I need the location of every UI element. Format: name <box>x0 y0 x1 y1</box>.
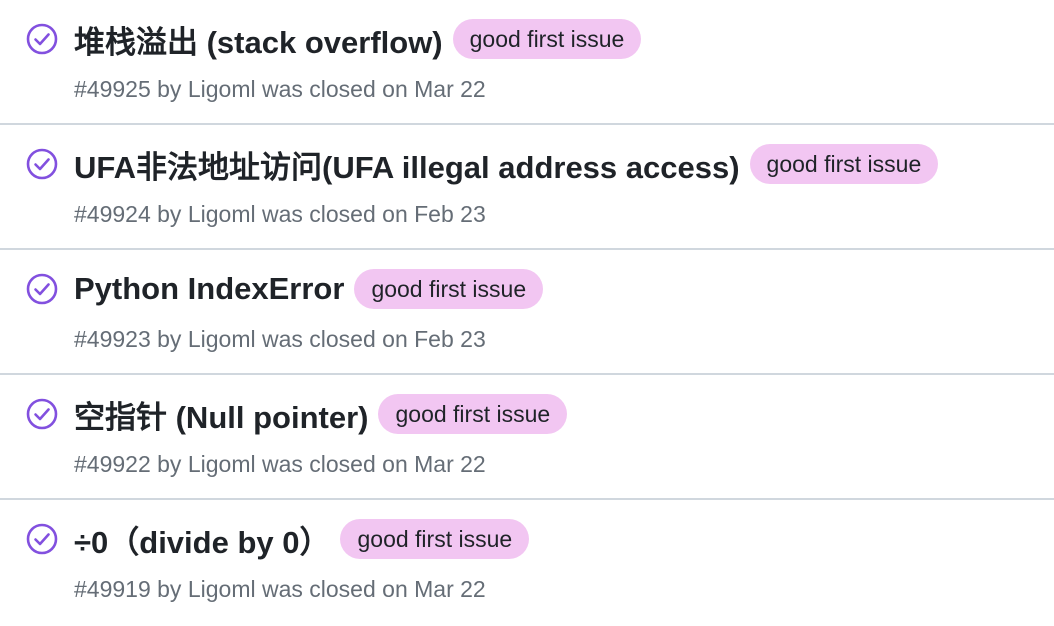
issue-title-link[interactable]: 堆栈溢出 (stack overflow) <box>74 17 443 62</box>
issue-closed-date: Mar 22 <box>414 576 486 602</box>
meta-by-text: by <box>157 451 182 477</box>
issue-number: #49925 <box>74 76 151 102</box>
meta-by-text: by <box>157 201 182 227</box>
issue-title-link[interactable]: 空指针 (Null pointer) <box>74 392 368 437</box>
label-good-first-issue[interactable]: good first issue <box>340 519 530 559</box>
issue-closed-icon <box>25 522 59 556</box>
issue-number: #49919 <box>74 576 151 602</box>
issue-author-link[interactable]: Ligoml <box>188 76 256 102</box>
issue-meta: #49922 by Ligoml was closed on Mar 22 <box>74 451 486 478</box>
issue-author-link[interactable]: Ligoml <box>188 201 256 227</box>
meta-status-text: was closed on <box>261 76 408 102</box>
label-good-first-issue[interactable]: good first issue <box>452 19 642 59</box>
issue-closed-icon <box>25 147 59 181</box>
meta-status-text: was closed on <box>261 451 408 477</box>
meta-status-text: was closed on <box>261 576 408 602</box>
issue-number: #49924 <box>74 201 151 227</box>
issue-meta: #49923 by Ligoml was closed on Feb 23 <box>74 326 486 353</box>
label-good-first-issue[interactable]: good first issue <box>749 144 939 184</box>
issue-author-link[interactable]: Ligoml <box>188 326 256 352</box>
issue-closed-icon <box>25 22 59 56</box>
label-good-first-issue[interactable]: good first issue <box>378 394 568 434</box>
meta-by-text: by <box>157 76 182 102</box>
issue-author-link[interactable]: Ligoml <box>188 576 256 602</box>
issue-row[interactable]: 空指针 (Null pointer) good first issue #499… <box>0 375 1054 500</box>
issue-closed-date: Feb 23 <box>414 201 486 227</box>
meta-by-text: by <box>157 326 182 352</box>
meta-by-text: by <box>157 576 182 602</box>
meta-status-text: was closed on <box>261 201 408 227</box>
issue-author-link[interactable]: Ligoml <box>188 451 256 477</box>
issue-title-line: 堆栈溢出 (stack overflow) good first issue <box>74 17 642 62</box>
issue-closed-date: Mar 22 <box>414 451 486 477</box>
issue-row[interactable]: Python IndexError good first issue #4992… <box>0 250 1054 375</box>
issue-row[interactable]: UFA非法地址访问(UFA illegal address access) go… <box>0 125 1054 250</box>
issue-title-link[interactable]: ÷0（divide by 0） <box>74 517 330 562</box>
issue-title-line: ÷0（divide by 0） good first issue <box>74 517 530 562</box>
issue-closed-icon <box>25 397 59 431</box>
meta-status-text: was closed on <box>261 326 408 352</box>
issue-title-line: UFA非法地址访问(UFA illegal address access) go… <box>74 142 939 187</box>
issue-title-line: Python IndexError good first issue <box>74 267 544 311</box>
issue-meta: #49924 by Ligoml was closed on Feb 23 <box>74 201 486 228</box>
issue-closed-date: Mar 22 <box>414 76 486 102</box>
issue-closed-date: Feb 23 <box>414 326 486 352</box>
label-good-first-issue[interactable]: good first issue <box>354 269 544 309</box>
issue-closed-icon <box>25 272 59 306</box>
issue-number: #49923 <box>74 326 151 352</box>
issue-list: 堆栈溢出 (stack overflow) good first issue #… <box>0 0 1054 625</box>
issue-title-line: 空指针 (Null pointer) good first issue <box>74 392 568 437</box>
issue-meta: #49919 by Ligoml was closed on Mar 22 <box>74 576 486 603</box>
issue-number: #49922 <box>74 451 151 477</box>
issue-row[interactable]: 堆栈溢出 (stack overflow) good first issue #… <box>0 0 1054 125</box>
issue-meta: #49925 by Ligoml was closed on Mar 22 <box>74 76 486 103</box>
issue-title-link[interactable]: UFA非法地址访问(UFA illegal address access) <box>74 142 740 187</box>
issue-row[interactable]: ÷0（divide by 0） good first issue #49919 … <box>0 500 1054 625</box>
issue-title-link[interactable]: Python IndexError <box>74 271 344 307</box>
